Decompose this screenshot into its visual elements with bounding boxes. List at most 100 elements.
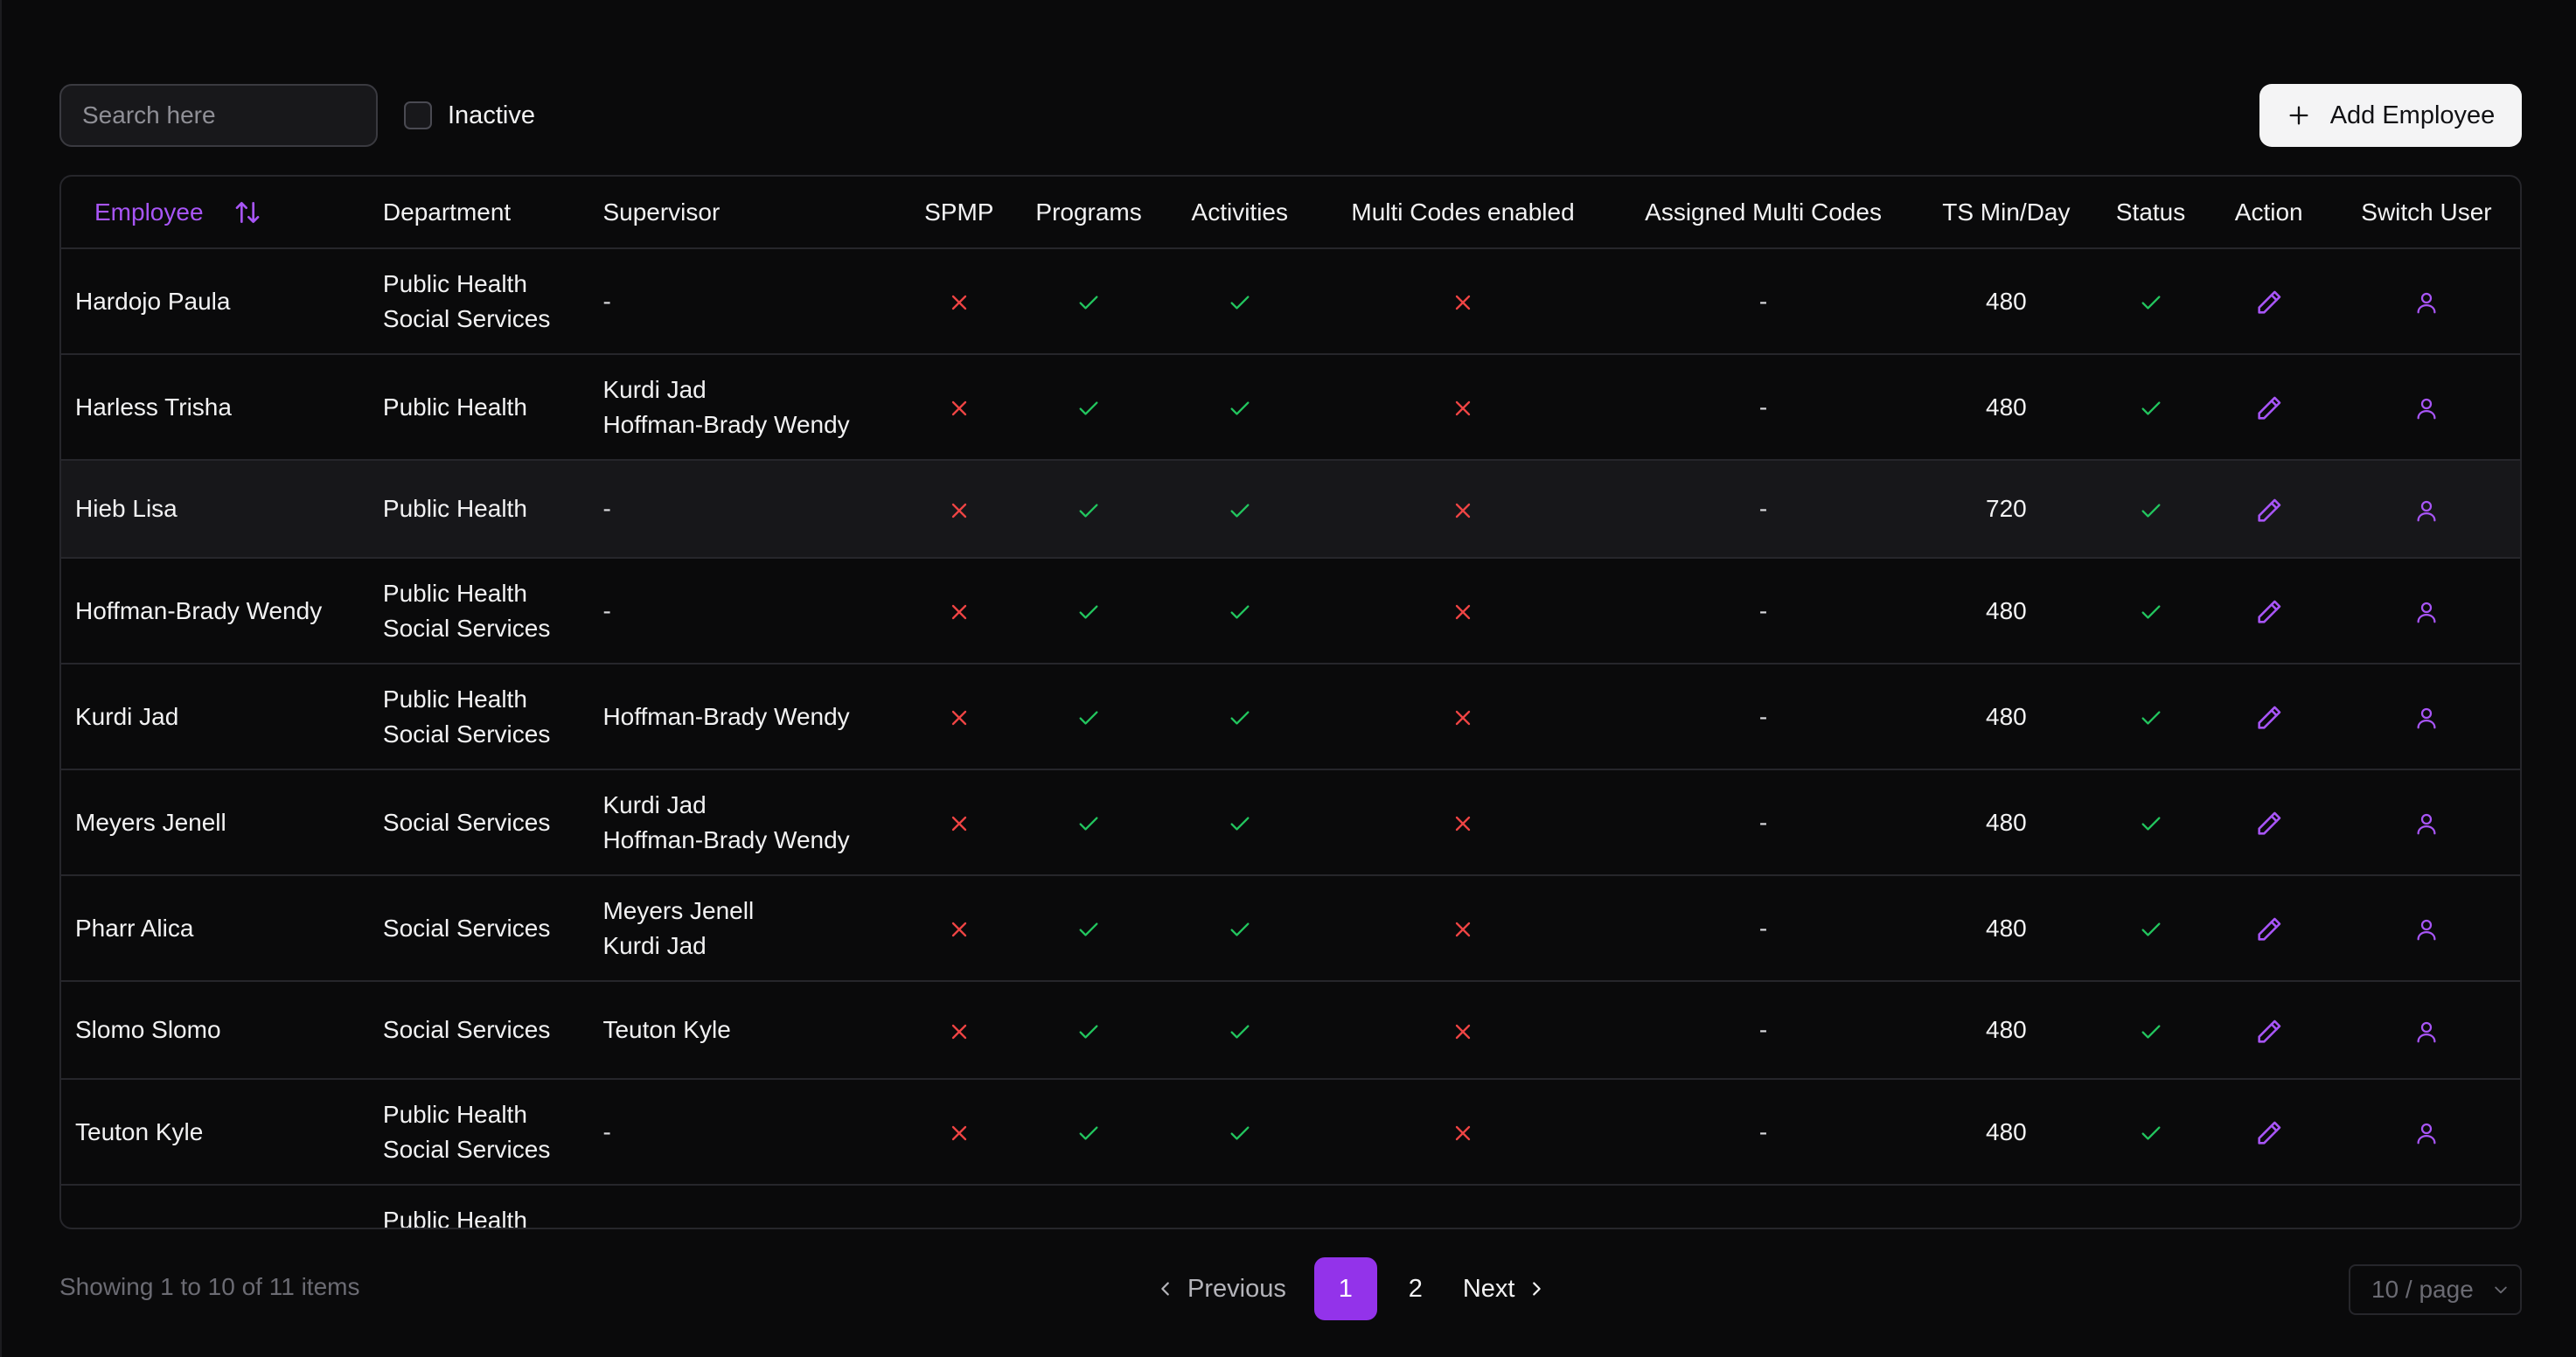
switch-user-cell <box>2333 1079 2520 1185</box>
check-icon <box>1076 600 1101 624</box>
check-icon <box>1076 290 1101 315</box>
table-row[interactable]: Hoffman-Brady Wendy Public Health Social S… <box>61 558 2520 664</box>
cross-icon <box>947 706 971 730</box>
employee-name-cell: Wasco Michael <box>61 1185 383 1228</box>
page-size-select[interactable]: 10 / page <box>2349 1264 2522 1315</box>
column-header-multi-codes-enabled: Multi Codes enabled <box>1351 198 1575 226</box>
pencil-icon[interactable] <box>2254 496 2284 525</box>
user-icon[interactable] <box>2413 599 2440 625</box>
department-line: Public Health <box>382 579 527 607</box>
check-icon <box>1228 396 1252 421</box>
action-cell <box>2205 460 2333 558</box>
ts-min-day-cell: 480 <box>1986 1016 2027 1043</box>
department-cell: Public HealthSocial Services <box>383 1079 603 1185</box>
multi-codes-enabled-cell <box>1315 248 1611 354</box>
supervisor-line: - <box>602 1221 904 1228</box>
pencil-icon[interactable] <box>2254 809 2284 839</box>
supervisor-line: Hoffman-Brady Wendy <box>602 825 850 853</box>
table-row[interactable]: Harless Trisha Public Health Kurdi Jad Hoff… <box>61 354 2520 460</box>
ts-min-day-cell: 480 <box>1986 596 2027 624</box>
user-icon[interactable] <box>2413 1120 2440 1146</box>
search-input[interactable] <box>59 84 378 147</box>
user-icon[interactable] <box>2413 498 2440 524</box>
action-cell <box>2205 1185 2333 1228</box>
table-row[interactable]: Teuton Kyle Public Health Social Services -… <box>61 1079 2520 1185</box>
switch-user-cell <box>2333 248 2520 354</box>
table-row[interactable]: Wasco MichaelPublic HealthSocial Service… <box>61 1185 2520 1229</box>
supervisor-cell: Kurdi Jad Hoffman-Brady Wendy <box>602 354 904 460</box>
table-row[interactable]: Pharr Alica Social Services Meyers Jenell K… <box>61 875 2520 981</box>
spmp-cell <box>905 1185 1013 1229</box>
switch-user-cell <box>2333 981 2520 1079</box>
table-header-row: Employee Department Supervisor SPMP Prog… <box>61 177 2520 248</box>
employee-table: Employee Department Supervisor SPMP Prog… <box>59 175 2522 1229</box>
action-cell <box>2205 558 2333 664</box>
supervisor-line: Meyers Jenell <box>602 896 755 924</box>
pencil-icon[interactable] <box>2254 1225 2284 1228</box>
check-icon <box>1228 1121 1252 1145</box>
next-page-button[interactable]: Next <box>1454 1275 1556 1304</box>
department-line: Social Services <box>382 914 551 942</box>
table-body: Hardojo Paula Public Health Social Service… <box>61 248 2520 1229</box>
cross-icon <box>947 1019 971 1044</box>
table-row[interactable]: Kurdi Jad Public Health Social Services Hof… <box>61 664 2520 769</box>
column-header-ts-min-day: TS Min/Day <box>1942 198 2071 226</box>
table-row[interactable]: Meyers Jenell Social Services Kurdi Jad Hof… <box>61 769 2520 875</box>
assigned-multi-codes-cell: - <box>1758 596 1768 624</box>
spmp-cell <box>905 769 1013 875</box>
column-header-employee[interactable]: Employee <box>61 177 383 248</box>
check-icon <box>1228 290 1252 315</box>
user-icon[interactable] <box>2413 916 2440 943</box>
previous-page-button[interactable]: Previous <box>1147 1275 1295 1304</box>
inactive-checkbox[interactable] <box>404 101 432 129</box>
user-icon[interactable] <box>2413 1227 2440 1228</box>
user-icon[interactable] <box>2413 705 2440 731</box>
action-cell <box>2205 1079 2333 1185</box>
page-1-button[interactable]: 1 <box>1313 1257 1377 1320</box>
pencil-icon[interactable] <box>2254 1017 2284 1047</box>
user-icon[interactable] <box>2413 395 2440 421</box>
department-cell: Public HealthSocial Services <box>383 1185 603 1228</box>
supervisor-cell: Meyers Jenell Kurdi Jad <box>602 875 904 981</box>
ts-min-day-cell: 720 <box>1986 495 2027 522</box>
pencil-icon[interactable] <box>2254 393 2284 423</box>
multi-codes-enabled-cell <box>1315 354 1611 460</box>
check-icon <box>2139 290 2163 315</box>
spmp-cell <box>905 460 1013 558</box>
add-employee-button[interactable]: Add Employee <box>2259 84 2522 147</box>
user-icon[interactable] <box>2413 289 2440 316</box>
check-icon <box>1228 1228 1252 1229</box>
pencil-icon[interactable] <box>2254 703 2284 733</box>
sort-arrows-icon[interactable] <box>233 198 261 226</box>
employee-name-cell: Slomo Slomo <box>75 1016 221 1043</box>
pencil-icon[interactable] <box>2254 1118 2284 1148</box>
inactive-filter[interactable]: Inactive <box>404 94 535 136</box>
assigned-multi-codes-cell: - <box>1758 914 1768 942</box>
activities-cell <box>1164 248 1315 354</box>
pencil-icon[interactable] <box>2254 288 2284 317</box>
check-icon <box>1076 917 1101 942</box>
user-icon[interactable] <box>2413 1019 2440 1045</box>
pencil-icon[interactable] <box>2254 597 2284 627</box>
multi-codes-enabled-cell <box>1315 1185 1611 1228</box>
table-row[interactable]: Hardojo Paula Public Health Social Service… <box>61 248 2520 354</box>
check-icon <box>1076 1121 1101 1145</box>
ts-min-day-cell: 480 <box>1986 1117 2027 1145</box>
multi-codes-enabled-cell <box>1315 981 1611 1079</box>
employee-name-cell: Pharr Alica <box>75 914 194 942</box>
page-2-button[interactable]: 2 <box>1384 1257 1447 1320</box>
cross-icon <box>947 498 971 523</box>
cross-icon <box>947 811 971 836</box>
department-cell: Public Health <box>383 460 603 558</box>
table-row[interactable]: Hieb Lisa Public Health - - 720 <box>61 460 2520 558</box>
user-icon[interactable] <box>2413 811 2440 837</box>
pencil-icon[interactable] <box>2254 915 2284 944</box>
switch-user-cell <box>2333 664 2520 769</box>
supervisor-cell: - <box>602 248 904 354</box>
switch-user-cell <box>2333 769 2520 875</box>
multi-codes-enabled-cell <box>1315 664 1611 769</box>
assigned-multi-codes-cell: - <box>1758 287 1768 315</box>
cross-icon <box>947 1228 971 1229</box>
table-row[interactable]: Slomo Slomo Social Services Teuton Kyle - 48… <box>61 981 2520 1079</box>
chevron-right-icon <box>1527 1279 1546 1298</box>
